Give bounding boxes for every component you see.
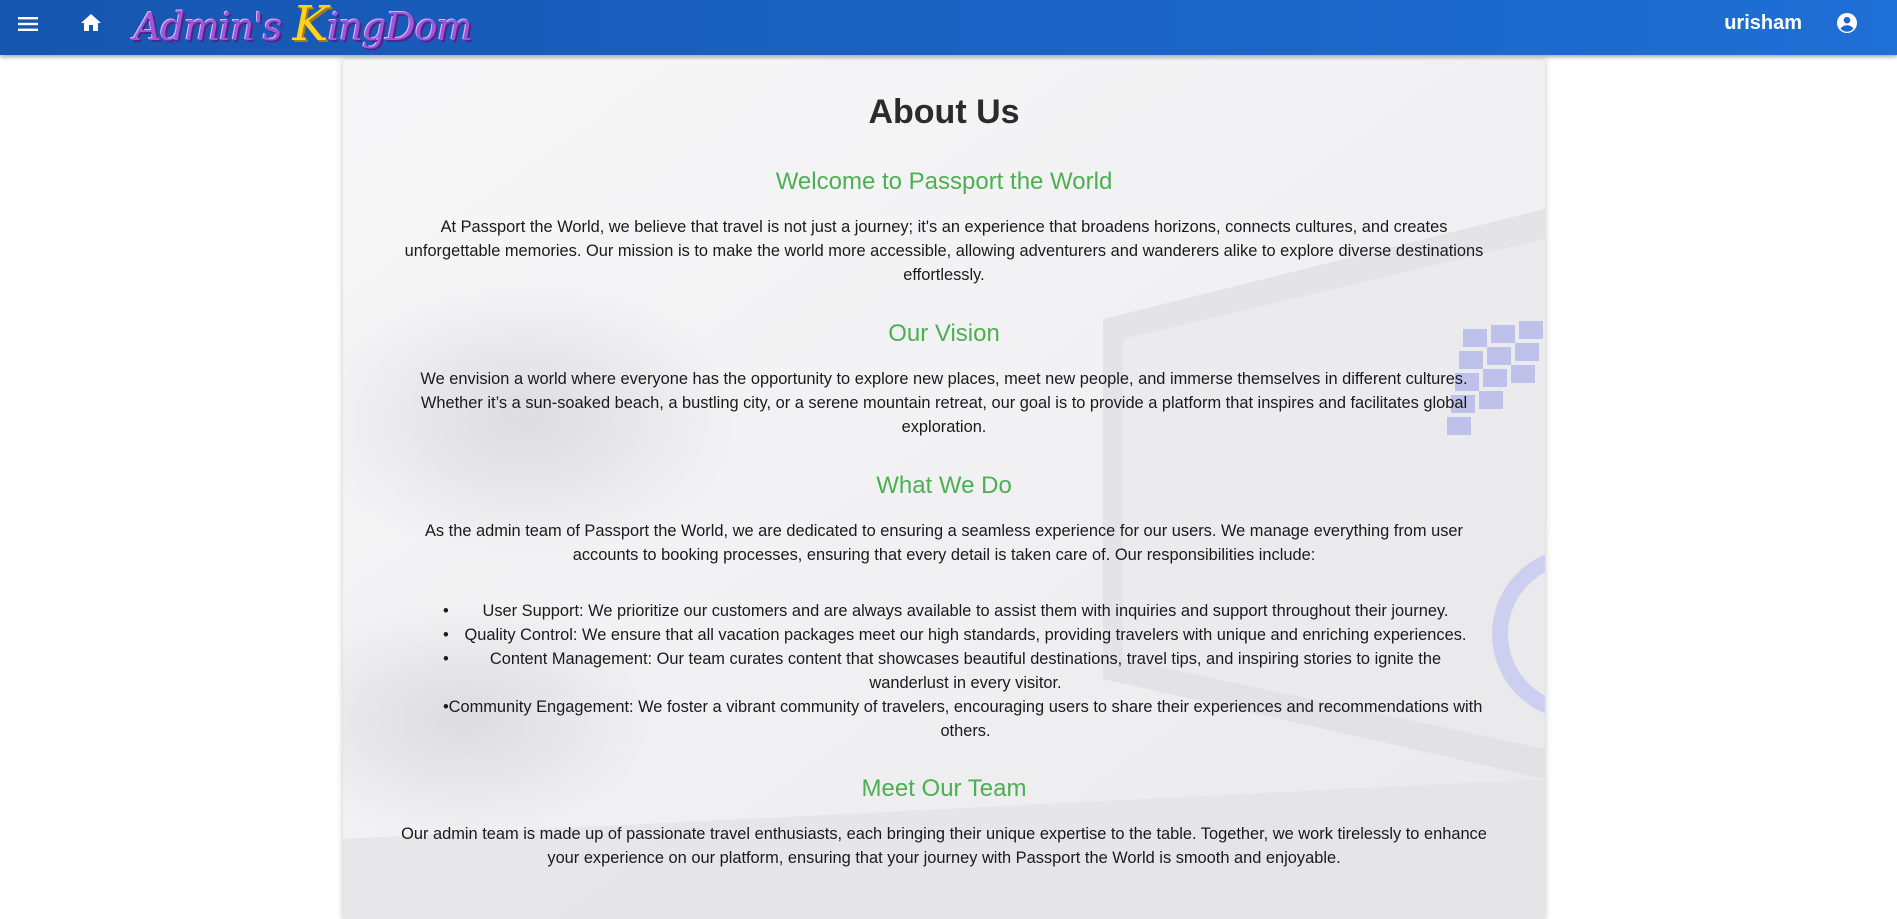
bullet-icon: • [443,626,449,644]
list-item-line-1: Community Engagement: We foster a vibran… [448,698,1483,716]
what-we-do-line-2: accounts to booking processes, ensuring … [572,546,1316,564]
logo-suffix: ingDom [327,5,472,49]
vision-line-2: Whether it’s a sun-soaked beach, a bustl… [420,394,1468,412]
logo-prefix: Admin's [134,5,293,49]
list-item-line-1: User Support: We prioritize our customer… [482,602,1449,620]
vision-heading: Our Vision [888,320,1000,347]
team-paragraph: Our admin team is made up of passionate … [343,822,1545,870]
team-heading: Meet Our Team [861,775,1027,802]
vision-line-3: exploration. [901,418,987,436]
bullet-icon: • [443,698,449,716]
vision-paragraph: We envision a world where everyone has t… [343,367,1545,439]
list-item: • User Support: We prioritize our custom… [443,599,1488,623]
page-title: About Us [868,93,1020,131]
app-bar: Admin's KingDom urisham [0,0,1897,55]
list-item-line-1: Content Management: Our team curates con… [489,650,1442,668]
what-we-do-line-1: As the admin team of Passport the World,… [425,522,1463,540]
what-we-do-heading: What We Do [876,472,1012,499]
team-line-2: your experience on our platform, ensurin… [547,849,1341,867]
home-button[interactable] [79,11,103,35]
welcome-line-2: unforgettable memories. Our mission is t… [404,242,1484,260]
welcome-line-1: At Passport the World, we believe that t… [440,218,1448,236]
list-item: • Community Engagement: We foster a vibr… [443,695,1488,743]
about-card: About Us Welcome to Passport the World A… [343,59,1545,919]
list-item-line-1: Quality Control: We ensure that all vaca… [464,626,1467,644]
bullet-icon: • [443,650,449,668]
list-item: • Quality Control: We ensure that all va… [443,623,1488,647]
what-we-do-paragraph: As the admin team of Passport the World,… [343,519,1545,567]
responsibilities-list: • User Support: We prioritize our custom… [443,599,1488,743]
bullet-icon: • [443,602,449,620]
home-icon [81,14,101,31]
welcome-heading: Welcome to Passport the World [775,168,1113,195]
logo-k: K [292,0,328,52]
welcome-line-3: effortlessly. [903,266,985,284]
username-label[interactable]: urisham [1724,12,1802,34]
welcome-paragraph: At Passport the World, we believe that t… [343,215,1545,287]
account-circle-icon [1837,13,1857,33]
list-item-line-2: wanderlust in every visitor. [869,674,1062,692]
vision-line-1: We envision a world where everyone has t… [420,370,1468,388]
list-item-line-2: others. [940,722,991,740]
account-button[interactable] [1835,11,1859,35]
menu-icon [18,17,38,31]
list-item: • Content Management: Our team curates c… [443,647,1488,695]
app-logo[interactable]: Admin's KingDom [134,0,473,52]
menu-button[interactable] [16,12,40,36]
team-line-1: Our admin team is made up of passionate … [401,825,1487,843]
